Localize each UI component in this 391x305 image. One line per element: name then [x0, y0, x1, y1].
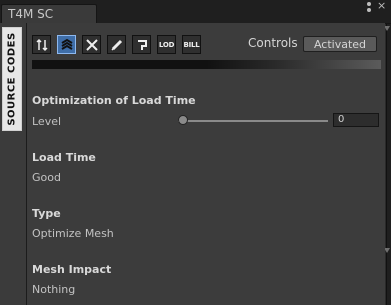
pencil-icon [110, 39, 122, 51]
paint-button[interactable] [132, 35, 151, 54]
level-slider-track[interactable] [178, 120, 328, 122]
type-title: Type [32, 207, 61, 220]
paint-icon [137, 39, 147, 50]
window-menu-icon[interactable] [364, 2, 374, 12]
tools-icon [85, 38, 98, 51]
source-codes-logo: SOURCE CODES [2, 27, 22, 131]
level-number-field[interactable]: 0 [333, 113, 379, 127]
type-value: Optimize Mesh [32, 227, 114, 240]
level-label: Level [32, 115, 62, 128]
stacked-chevrons-button[interactable] [57, 35, 76, 54]
source-codes-logo-text: SOURCE CODES [6, 32, 18, 126]
stacked-chevrons-icon [60, 38, 73, 50]
lod-icon: LOD [158, 40, 175, 49]
tools-button[interactable] [82, 35, 101, 54]
pencil-button[interactable] [107, 35, 126, 54]
level-slider-handle[interactable] [178, 115, 188, 125]
mesh-impact-value: Nothing [32, 283, 76, 296]
load-time-value: Good [32, 171, 61, 184]
controls-label: Controls [248, 36, 298, 50]
main-panel: LOD BILL Controls Activated Optimization… [27, 23, 385, 305]
window-tabbar: T4M SC × [0, 0, 391, 24]
mesh-impact-title: Mesh Impact [32, 263, 112, 276]
bill-button[interactable]: BILL [182, 35, 201, 54]
sidebar-strip: SOURCE CODES [0, 23, 27, 305]
activated-button[interactable]: Activated [303, 36, 377, 52]
lod-button[interactable]: LOD [157, 35, 176, 54]
load-time-title: Load Time [32, 151, 96, 164]
window-tab-title: T4M SC [8, 7, 54, 21]
tool-toolbar: LOD BILL [32, 35, 201, 55]
bill-icon: BILL [183, 40, 200, 49]
right-gutter [384, 24, 391, 305]
toolbar-gradient-bar [32, 60, 381, 69]
vertical-arrows-icon [35, 38, 48, 51]
window-close-icon[interactable]: × [377, 0, 387, 11]
window-tab[interactable]: T4M SC [1, 4, 97, 23]
optimization-title: Optimization of Load Time [32, 94, 196, 107]
vertical-arrows-button[interactable] [32, 35, 51, 54]
